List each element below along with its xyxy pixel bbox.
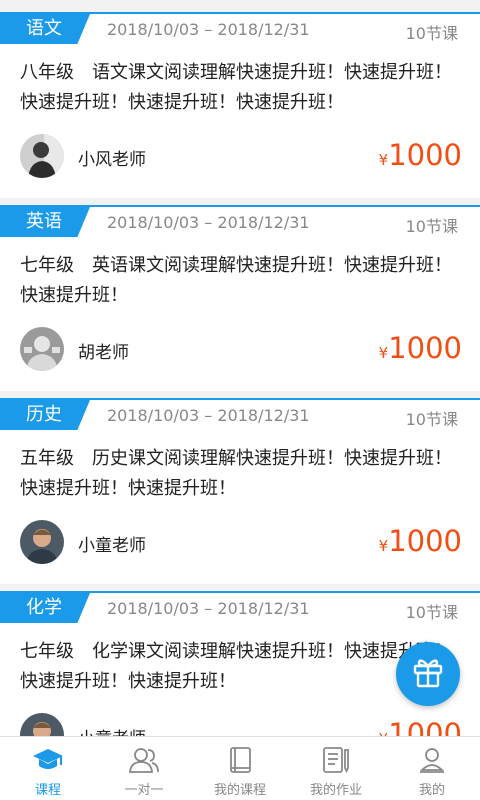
lesson-count: 10节课 bbox=[405, 217, 458, 236]
course-title: 八年级 语文课文阅读理解快速提升班！快速提升班！快速提升班！快速提升班！快速提升… bbox=[20, 62, 452, 113]
teacher-avatar bbox=[20, 134, 64, 178]
tab-me[interactable]: 我的 bbox=[384, 737, 480, 800]
price-amount: 1000 bbox=[388, 717, 462, 736]
subject-tag: 历史 bbox=[0, 400, 90, 430]
subject-tag: 英语 bbox=[0, 207, 90, 237]
course-list[interactable]: 语文 2018/10/03 – 2018/12/31 10节课 八年级 语文课文… bbox=[0, 0, 480, 736]
course-title: 五年级 历史课文阅读理解快速提升班！快速提升班！快速提升班！快速提升班！ bbox=[20, 448, 452, 499]
tab-my-courses[interactable]: 我的课程 bbox=[192, 737, 288, 800]
bottom-tab-bar: 课程 一对一 我的课程 我的作业 我的 bbox=[0, 736, 480, 800]
course-card[interactable]: 历史 2018/10/03 – 2018/12/31 10节课 五年级 历史课文… bbox=[0, 398, 480, 584]
currency-symbol: ¥ bbox=[378, 537, 389, 555]
teacher-name: 胡老师 bbox=[78, 343, 129, 363]
gift-button[interactable] bbox=[396, 642, 460, 706]
subject-tag: 语文 bbox=[0, 14, 90, 44]
course-dates: 2018/10/03 – 2018/12/31 bbox=[107, 599, 310, 618]
tab-courses[interactable]: 课程 bbox=[0, 737, 96, 800]
tab-label: 课程 bbox=[34, 783, 61, 798]
teacher-avatar bbox=[20, 713, 64, 736]
course-card[interactable]: 语文 2018/10/03 – 2018/12/31 10节课 八年级 语文课文… bbox=[0, 12, 480, 198]
teacher-avatar bbox=[20, 520, 64, 564]
users-icon bbox=[127, 745, 161, 775]
tab-one-on-one[interactable]: 一对一 bbox=[96, 737, 192, 800]
tab-my-homework[interactable]: 我的作业 bbox=[288, 737, 384, 800]
tab-label: 我的作业 bbox=[309, 783, 362, 798]
course-price: ¥1000 bbox=[379, 138, 462, 172]
person-icon bbox=[415, 745, 449, 775]
course-price: ¥1000 bbox=[379, 331, 462, 365]
lesson-count: 10节课 bbox=[405, 603, 458, 622]
currency-symbol: ¥ bbox=[378, 344, 389, 362]
course-dates: 2018/10/03 – 2018/12/31 bbox=[107, 213, 310, 232]
course-dates: 2018/10/03 – 2018/12/31 bbox=[107, 406, 310, 425]
teacher-avatar bbox=[20, 327, 64, 371]
teacher-name: 小童老师 bbox=[78, 724, 146, 736]
teacher-name: 小童老师 bbox=[78, 536, 146, 556]
book-icon bbox=[223, 745, 257, 775]
homework-icon bbox=[319, 745, 353, 775]
lesson-count: 10节课 bbox=[405, 24, 458, 43]
tab-label: 一对一 bbox=[124, 783, 164, 798]
tab-label: 我的 bbox=[418, 783, 445, 798]
currency-symbol: ¥ bbox=[378, 151, 389, 169]
lesson-count: 10节课 bbox=[405, 410, 458, 429]
subject-tag: 化学 bbox=[0, 593, 90, 623]
course-price: ¥1000 bbox=[379, 524, 462, 558]
course-dates: 2018/10/03 – 2018/12/31 bbox=[107, 20, 310, 39]
price-amount: 1000 bbox=[388, 524, 462, 558]
gift-icon bbox=[411, 655, 445, 693]
price-amount: 1000 bbox=[388, 331, 462, 365]
course-price: ¥1000 bbox=[379, 717, 462, 736]
course-title: 七年级 英语课文阅读理解快速提升班！快速提升班！快速提升班！ bbox=[20, 255, 452, 306]
course-card[interactable]: 英语 2018/10/03 – 2018/12/31 10节课 七年级 英语课文… bbox=[0, 205, 480, 391]
teacher-name: 小风老师 bbox=[78, 150, 146, 170]
graduation-cap-icon bbox=[31, 745, 65, 775]
tab-label: 我的课程 bbox=[213, 783, 266, 798]
price-amount: 1000 bbox=[388, 138, 462, 172]
